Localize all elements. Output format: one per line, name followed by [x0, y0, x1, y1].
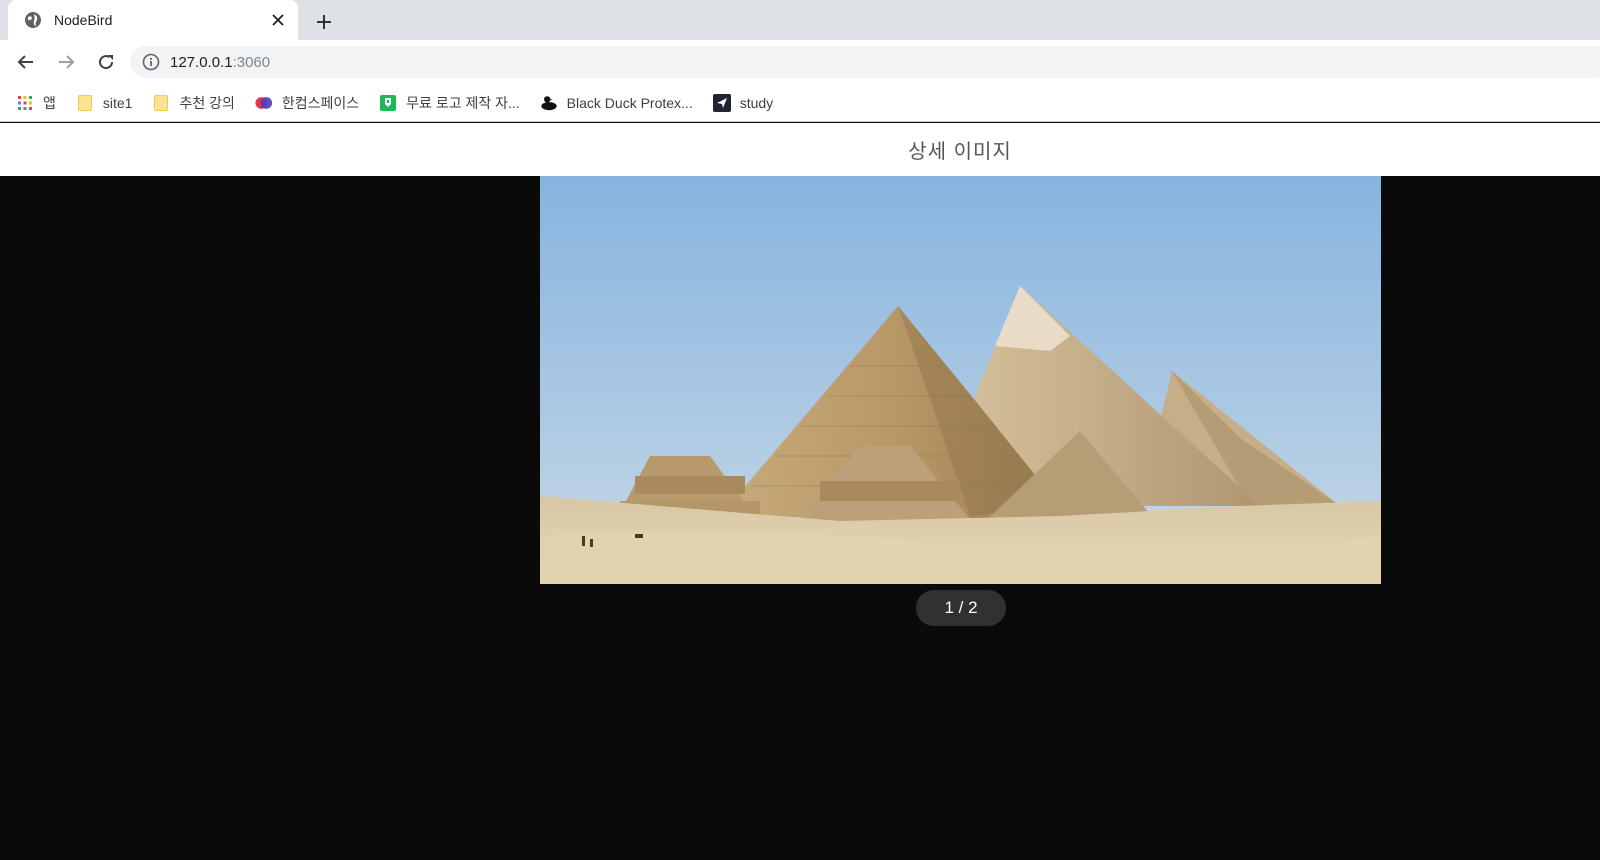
bookmark-black-duck[interactable]: Black Duck Protex...	[540, 90, 693, 116]
image-viewer: 1 / 2	[0, 176, 1600, 860]
folder-icon	[76, 94, 94, 112]
bookmark-label: 추천 강의	[179, 94, 235, 111]
study-icon	[712, 93, 731, 112]
bookmarks-bar: 앱 site1 추천 강의 한컴스페이스 무료 로고 제작 자... Black…	[0, 84, 1600, 122]
tab-nodebird[interactable]: NodeBird	[8, 0, 298, 40]
bookmark-label: 무료 로고 제작 자...	[406, 94, 520, 111]
new-tab-button[interactable]	[312, 10, 336, 34]
bookmark-recommended-lectures[interactable]: 추천 강의	[152, 90, 235, 116]
bookmark-label: study	[739, 94, 774, 111]
folder-icon	[152, 94, 170, 112]
address-bar[interactable]: 127.0.0.1:3060	[130, 46, 1600, 78]
browser-toolbar: 127.0.0.1:3060	[0, 40, 1600, 84]
url-host: 127.0.0.1	[170, 53, 233, 71]
globe-icon	[24, 11, 42, 29]
reload-icon	[99, 55, 114, 70]
bookmark-label: 한컴스페이스	[281, 94, 360, 111]
reload-button[interactable]	[92, 48, 120, 76]
plus-icon	[317, 15, 331, 29]
bookmark-free-logo[interactable]: 무료 로고 제작 자...	[379, 90, 520, 116]
close-icon[interactable]	[268, 10, 288, 30]
url-port: :3060	[232, 53, 271, 71]
arrow-left-icon	[17, 55, 33, 69]
bookmark-label: Black Duck Protex...	[566, 94, 693, 111]
forward-button[interactable]	[52, 48, 80, 76]
image-counter: 1 / 2	[916, 590, 1006, 626]
bookmark-hancom-space[interactable]: 한컴스페이스	[255, 90, 359, 116]
black-duck-icon	[540, 94, 558, 112]
bookmark-apps[interactable]: 앱	[16, 90, 56, 116]
url-text: 127.0.0.1:3060	[170, 54, 270, 71]
bookmark-study[interactable]: study	[712, 90, 774, 116]
bookmark-label: site1	[102, 94, 133, 111]
back-button[interactable]	[12, 48, 40, 76]
tab-title: NodeBird	[54, 12, 113, 28]
green-shield-icon	[379, 94, 397, 112]
pyramids-photo	[540, 176, 1381, 584]
carousel-image[interactable]	[540, 176, 1381, 584]
apps-grid-icon	[16, 94, 34, 112]
page-title: 상세 이미지	[908, 141, 1012, 163]
bookmark-site1[interactable]: site1	[76, 90, 133, 116]
tab-strip: NodeBird	[0, 0, 1600, 40]
page-header: 상세 이미지	[0, 123, 1600, 176]
hancom-logo-icon	[255, 94, 273, 112]
info-icon[interactable]	[142, 53, 160, 71]
arrow-right-icon	[59, 55, 75, 69]
bookmark-label: 앱	[43, 94, 56, 111]
